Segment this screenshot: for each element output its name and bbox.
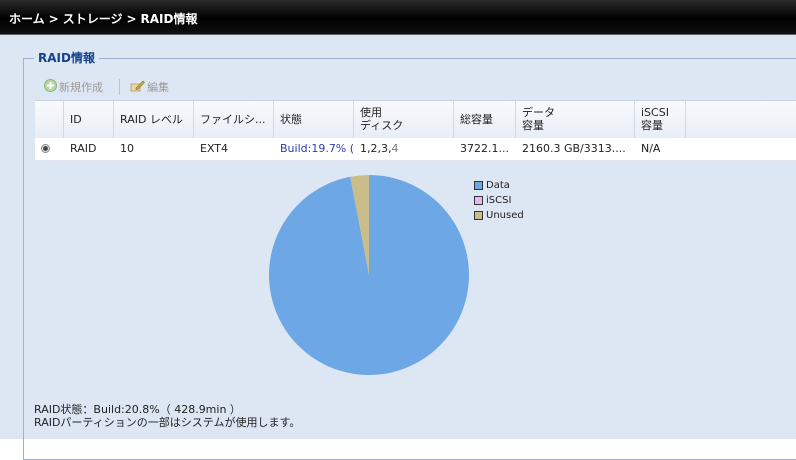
grid-header: ID RAID レベル ファイルシ... 状態 使用 ディスク 総容量 データ 容量…: [35, 100, 796, 139]
legend-item-unused: Unused: [474, 209, 524, 224]
toolbar-separator: [119, 79, 120, 95]
header-id[interactable]: ID: [64, 101, 114, 138]
edit-button-label: 編集: [147, 81, 169, 94]
top-bar: ホーム > ストレージ > RAID情報: [0, 0, 796, 35]
legend-label: Unused: [486, 210, 524, 221]
breadcrumb-separator: >: [126, 12, 137, 26]
toolbar: 新規作成 編集: [35, 76, 796, 98]
row-radio[interactable]: [41, 144, 50, 153]
legend-label: Data: [486, 180, 510, 191]
header-status[interactable]: 状態: [274, 101, 354, 138]
breadcrumb-home[interactable]: ホーム: [9, 12, 45, 26]
cell-raid-level: 10: [120, 142, 134, 155]
chart-legend: Data iSCSI Unused: [474, 179, 524, 224]
cell-data-capacity: 2160.3 GB/3313....: [522, 142, 626, 155]
create-button[interactable]: 新規作成: [44, 79, 103, 95]
raid-status-text: RAID状態：Build:20.8%（ 428.9min ）: [34, 403, 241, 416]
panel-title: RAID情報: [34, 49, 99, 66]
breadcrumb-raid-info: RAID情報: [140, 12, 198, 26]
legend-swatch: [474, 180, 483, 190]
capacity-pie-chart: [269, 175, 469, 375]
header-raid-level[interactable]: RAID レベル: [114, 101, 194, 138]
breadcrumb-separator: >: [48, 12, 59, 26]
add-icon: [44, 79, 57, 97]
breadcrumb: ホーム > ストレージ > RAID情報: [9, 10, 198, 27]
header-used-disk[interactable]: 使用 ディスク: [354, 101, 454, 138]
header-data-capacity[interactable]: データ 容量: [516, 101, 635, 138]
cell-id: RAID: [70, 142, 97, 155]
create-button-label: 新規作成: [59, 81, 103, 94]
disk-list-active: 1,2,3,: [360, 142, 392, 155]
legend-label: iSCSI: [486, 195, 512, 206]
legend-swatch: [474, 195, 483, 205]
cell-iscsi-capacity: N/A: [641, 142, 661, 155]
header-filesystem[interactable]: ファイルシ...: [194, 101, 274, 138]
edit-icon: [130, 79, 145, 97]
legend-item-iscsi: iSCSI: [474, 194, 524, 209]
header-total-capacity[interactable]: 総容量: [454, 101, 516, 138]
breadcrumb-storage[interactable]: ストレージ: [63, 12, 123, 26]
legend-item-data: Data: [474, 179, 524, 194]
status-info: RAID状態：Build:20.8%（ 428.9min ） RAIDパーティシ…: [34, 403, 300, 429]
partition-note-text: RAIDパーティションの一部はシステムが使用します。: [34, 416, 301, 429]
cell-filesystem: EXT4: [200, 142, 229, 155]
disk-list-building: 4: [391, 142, 399, 155]
header-iscsi-capacity[interactable]: iSCSI 容量: [635, 101, 686, 138]
cell-total-capacity: 3722.1...: [460, 142, 509, 155]
edit-button[interactable]: 編集: [130, 79, 169, 95]
table-row[interactable]: RAID 10 EXT4 Build:19.7% ( 1,2,3,4 3722.…: [35, 138, 796, 161]
header-select[interactable]: [35, 101, 64, 138]
legend-swatch: [474, 210, 483, 220]
cell-used-disk: 1,2,3,4: [354, 138, 454, 160]
cell-status: Build:19.7% (: [280, 142, 354, 155]
